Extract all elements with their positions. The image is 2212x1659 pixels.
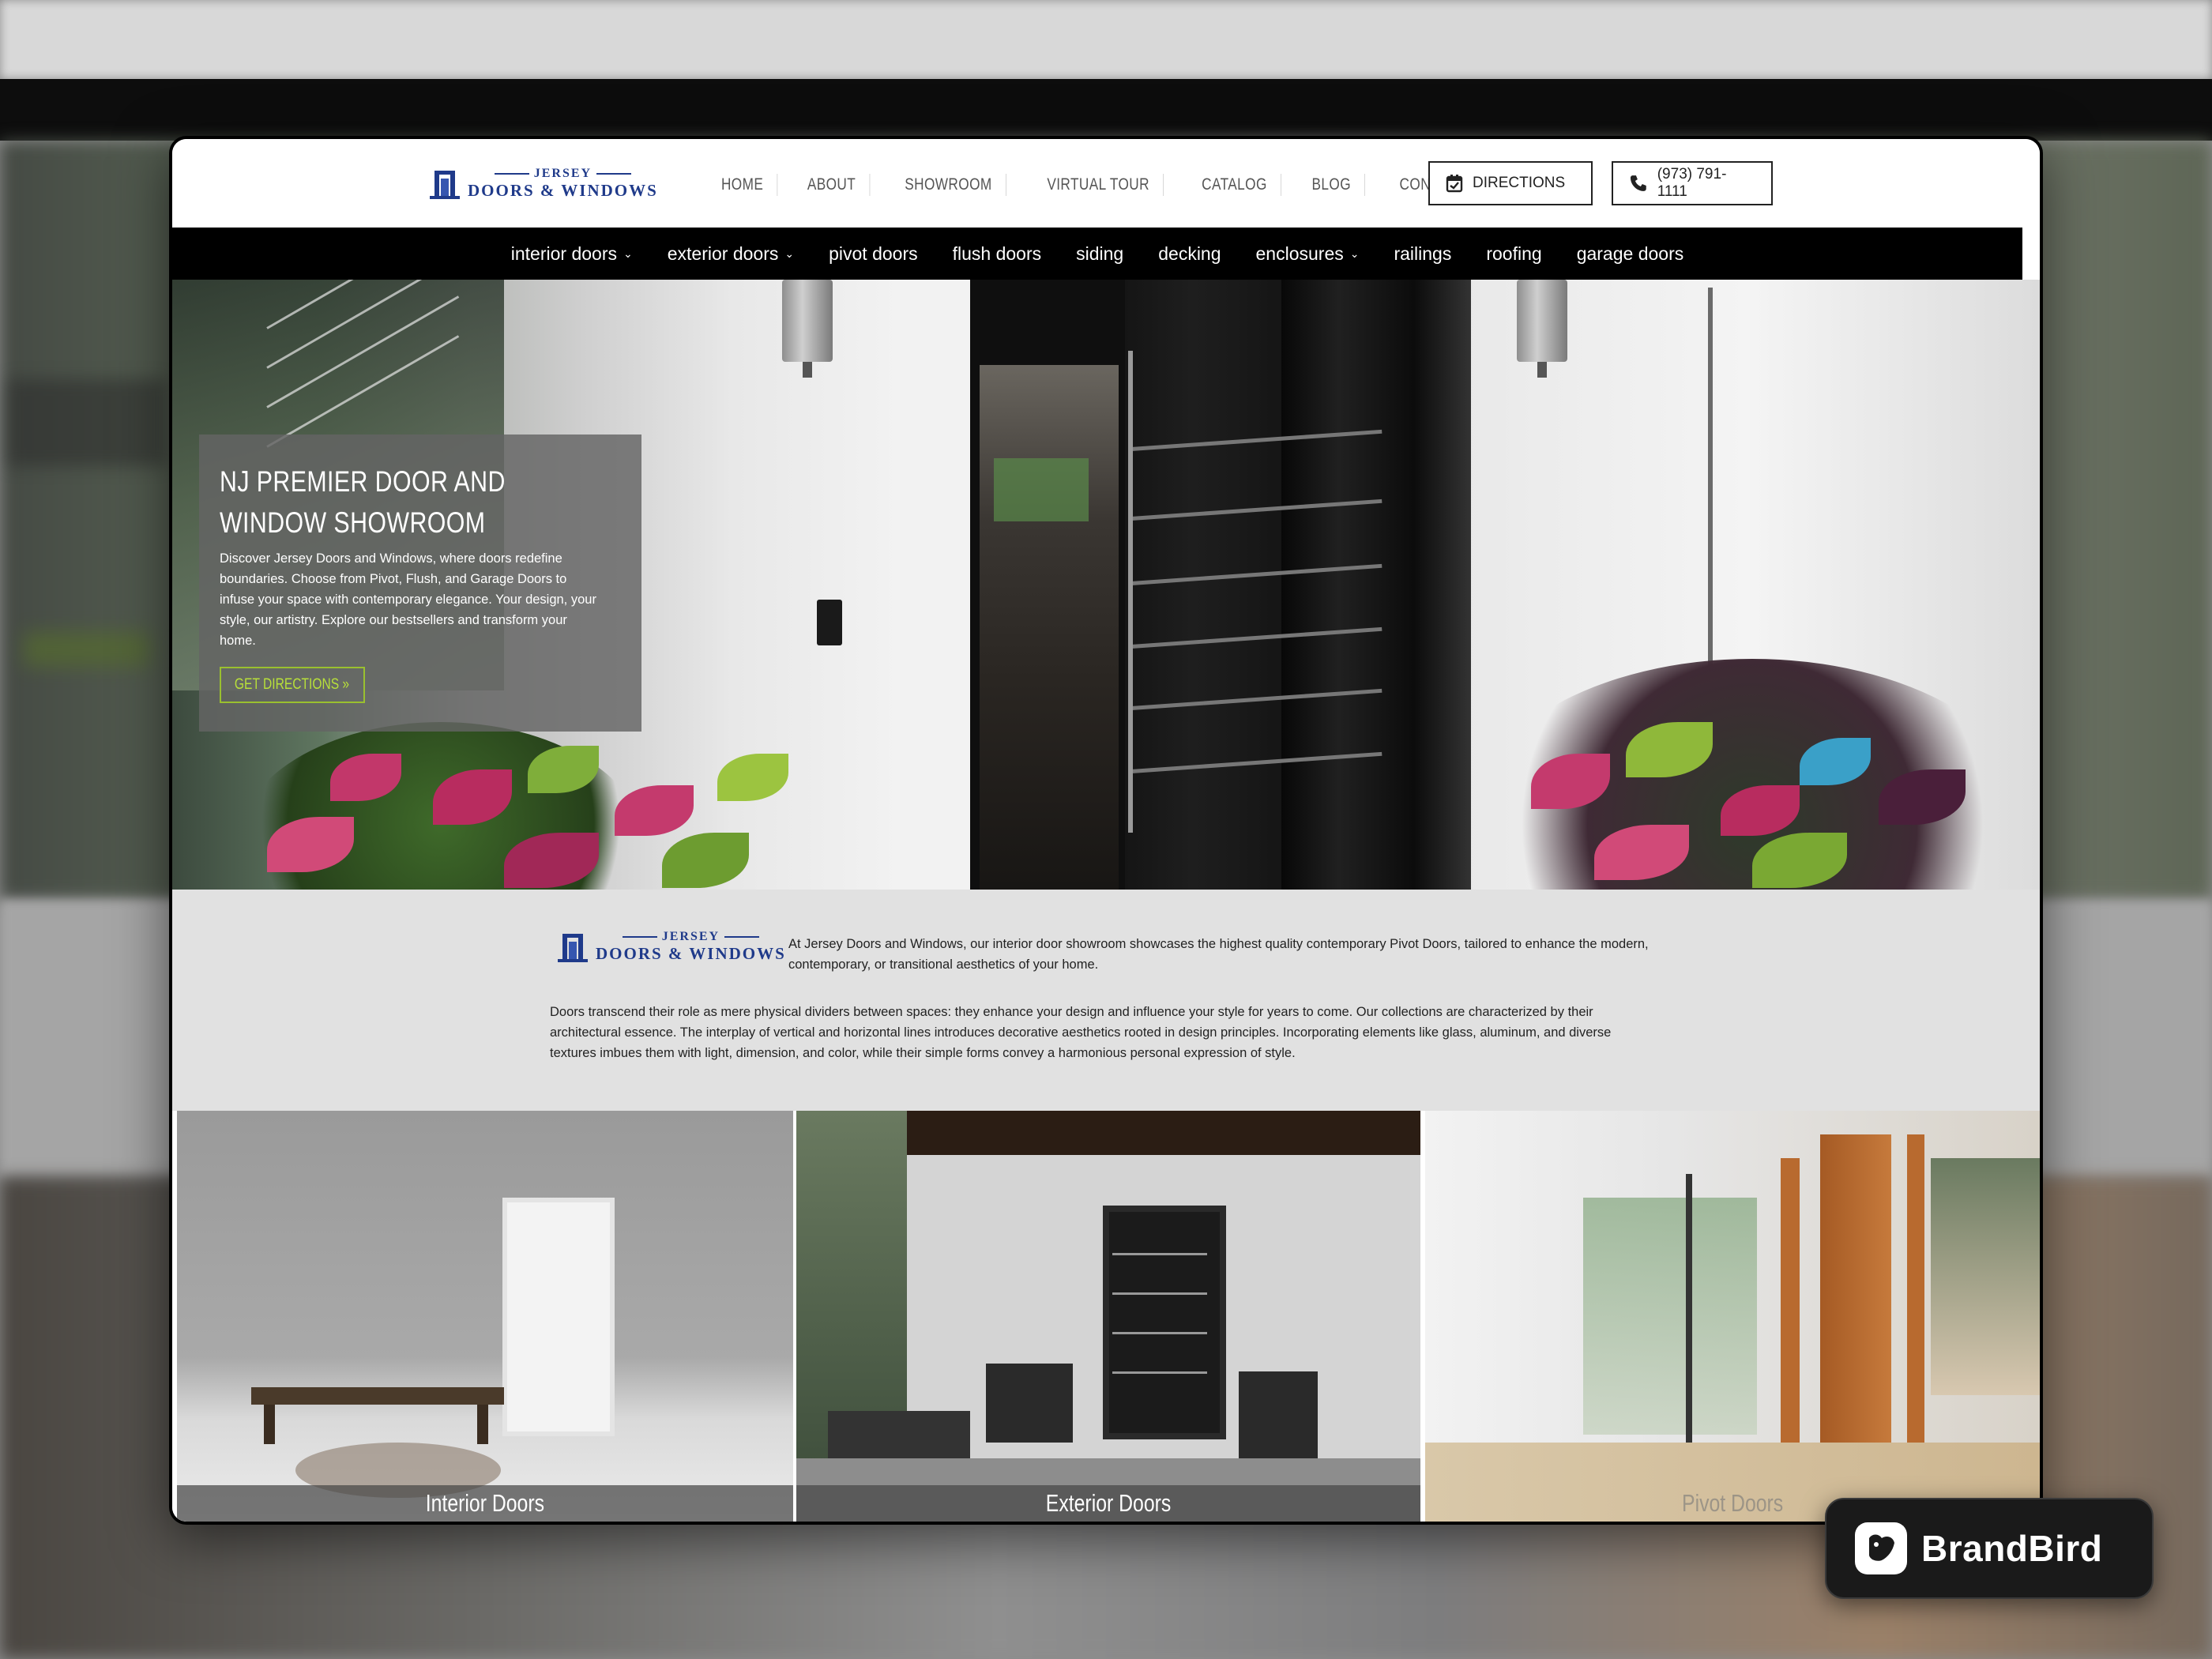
tile-label-text: Pivot Doors (1681, 1489, 1784, 1517)
chevron-down-icon: ⌄ (784, 246, 795, 260)
intro-section: JERSEY DOORS & WINDOWS At Jersey Doors a… (172, 890, 2040, 1111)
tile-label: Exterior Doors (796, 1485, 1420, 1522)
category-bar: interior doors ⌄ exterior doors ⌄ pivot do… (172, 228, 2022, 280)
website-page: JERSEY DOORS & WINDOWS HOME ABOUT SHOWRO… (172, 139, 2040, 1522)
calendar-check-icon (1446, 175, 1463, 193)
logo-top-text: JERSEY (533, 167, 592, 180)
nav-showroom[interactable]: SHOWROOM (891, 174, 1006, 196)
site-logo[interactable]: JERSEY DOORS & WINDOWS (430, 166, 658, 201)
cat-label: roofing (1486, 243, 1542, 264)
nav-blog[interactable]: BLOG (1299, 174, 1366, 196)
directions-button[interactable]: DIRECTIONS (1428, 161, 1593, 205)
brandbird-label: BrandBird (1921, 1528, 2103, 1569)
logo-top-text: JERSEY (661, 930, 720, 943)
hero-section: NJ PREMIER DOOR AND WINDOW SHOWROOM Disc… (172, 280, 2040, 890)
tile-label-text: Interior Doors (425, 1489, 545, 1517)
cat-label: exterior doors (667, 243, 779, 264)
cat-enclosures[interactable]: enclosures ⌄ (1239, 243, 1377, 265)
cat-label: siding (1076, 243, 1124, 264)
wall-lamp (1517, 280, 1567, 378)
tile-exterior-doors[interactable]: Exterior Doors (796, 1111, 1420, 1522)
intro-paragraph-2: Doors transcend their role as mere physi… (550, 1005, 1612, 1060)
blurred-button (24, 632, 150, 667)
cat-label: pivot doors (829, 243, 918, 264)
phone-label: (973) 791-1111 (1657, 166, 1727, 200)
cat-roofing[interactable]: roofing (1469, 243, 1559, 265)
pivot-door (1125, 280, 1294, 890)
cat-label: interior doors (510, 243, 617, 264)
hero-description: Discover Jersey Doors and Windows, where… (220, 551, 596, 648)
nav-virtual-tour[interactable]: VIRTUAL TOUR (1033, 174, 1164, 196)
door-opening (980, 365, 1119, 890)
cat-railings[interactable]: railings (1376, 243, 1469, 265)
cat-interior-doors[interactable]: interior doors ⌄ (494, 243, 650, 265)
main-nav: HOME ABOUT SHOWROOM VIRTUAL TOUR CATALOG… (700, 174, 1516, 196)
wall-lamp (782, 280, 833, 378)
cat-pivot-doors[interactable]: pivot doors (811, 243, 935, 265)
cat-garage-doors[interactable]: garage doors (1559, 243, 1702, 265)
tile-interior-doors[interactable]: Interior Doors (177, 1111, 793, 1522)
logo-bottom-text: DOORS & WINDOWS (596, 944, 786, 963)
tile-pivot-doors[interactable]: Pivot Doors (1425, 1111, 2040, 1522)
door-jamb (1281, 280, 1471, 890)
wall-switch (817, 600, 842, 645)
nav-catalog[interactable]: CATALOG (1188, 174, 1281, 196)
door-logo-icon (430, 166, 461, 201)
brandbird-logo-icon (1855, 1522, 1907, 1574)
intro-logo: JERSEY DOORS & WINDOWS (558, 929, 786, 964)
site-header: JERSEY DOORS & WINDOWS HOME ABOUT SHOWRO… (172, 139, 2040, 228)
phone-button[interactable]: (973) 791-1111 (1612, 161, 1773, 205)
blurred-category-bar (0, 79, 2212, 141)
cat-label: decking (1158, 243, 1221, 264)
cat-label: flush doors (952, 243, 1042, 264)
category-tiles: Interior Doors Exterior Doors Pivot Door… (172, 1111, 2040, 1522)
cat-flush-doors[interactable]: flush doors (935, 243, 1059, 265)
cat-exterior-doors[interactable]: exterior doors ⌄ (650, 243, 811, 265)
hero-title: NJ PREMIER DOOR AND WINDOW SHOWROOM (220, 465, 506, 539)
logo-bottom-text: DOORS & WINDOWS (468, 181, 658, 200)
blurred-nav (0, 0, 2212, 79)
cat-decking[interactable]: decking (1141, 243, 1238, 265)
door-logo-icon (558, 929, 589, 964)
door-pull (1128, 351, 1133, 833)
nav-home[interactable]: HOME (708, 174, 778, 196)
directions-label: DIRECTIONS (1473, 175, 1566, 191)
phone-icon (1630, 175, 1646, 191)
chevron-down-icon: ⌄ (1349, 246, 1360, 260)
tile-label: Interior Doors (177, 1485, 793, 1522)
nav-about[interactable]: ABOUT (794, 174, 871, 196)
chevron-down-icon: ⌄ (623, 246, 633, 260)
brandbird-badge: BrandBird (1825, 1498, 2154, 1599)
blurred-text (8, 379, 166, 466)
get-directions-button[interactable]: GET DIRECTIONS » (220, 667, 365, 703)
intro-paragraph-1: At Jersey Doors and Windows, our interio… (788, 937, 1649, 972)
tile-label-text: Exterior Doors (1045, 1489, 1172, 1517)
cat-label: railings (1394, 243, 1452, 264)
cat-label: enclosures (1255, 243, 1344, 264)
browser-frame: JERSEY DOORS & WINDOWS HOME ABOUT SHOWRO… (169, 136, 2043, 1525)
cta-label: GET DIRECTIONS » (235, 676, 350, 693)
cat-label: garage doors (1576, 243, 1684, 264)
cat-siding[interactable]: siding (1059, 243, 1141, 265)
